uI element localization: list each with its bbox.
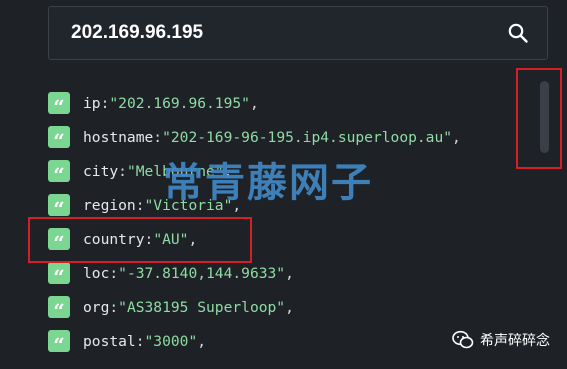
field-text: ip:"202.169.96.195", — [83, 95, 259, 112]
field-key: ip — [83, 94, 101, 112]
quote-icon: “ — [48, 330, 70, 355]
field-colon: : — [153, 128, 163, 146]
field-value: "202.169.96.195" — [109, 94, 250, 112]
field-value: "Melbourne" — [126, 162, 224, 180]
list-item: “ ip:"202.169.96.195", — [48, 86, 508, 120]
search-input[interactable] — [71, 7, 471, 59]
field-colon: : — [118, 162, 127, 180]
list-item: “ hostname:"202-169-96-195.ip4.superloop… — [48, 120, 508, 154]
wechat-icon — [452, 330, 474, 349]
field-comma: , — [452, 128, 461, 146]
field-text: region:"Victoria", — [83, 197, 241, 214]
scrollbar-highlight-box — [516, 68, 562, 169]
account-name: 希声碎碎念 — [480, 333, 550, 349]
field-colon: : — [109, 298, 119, 316]
quote-icon: “ — [48, 296, 70, 321]
field-comma: , — [285, 298, 294, 316]
field-comma: , — [197, 332, 207, 350]
field-comma: , — [249, 94, 259, 112]
quote-icon: “ — [48, 92, 70, 117]
quote-icon: “ — [48, 262, 70, 287]
field-text: loc:"-37.8140,144.9633", — [83, 265, 294, 282]
field-key: hostname — [83, 128, 154, 146]
field-comma: , — [232, 196, 242, 214]
field-colon: : — [135, 196, 145, 214]
field-value: "Victoria" — [144, 196, 233, 214]
search-bar — [48, 6, 548, 60]
list-item: “ city:"Melbourne", — [48, 154, 508, 188]
field-key: org — [83, 298, 110, 316]
field-value: "AS38195 Superloop" — [118, 298, 286, 316]
field-key: city — [83, 162, 119, 180]
field-comma: , — [223, 162, 233, 180]
field-value: "202-169-96-195.ip4.superloop.au" — [162, 128, 453, 146]
field-colon: : — [109, 264, 119, 282]
field-value: "-37.8140,144.9633" — [118, 264, 286, 282]
quote-icon: “ — [48, 160, 70, 185]
field-comma: , — [285, 264, 294, 282]
field-key: loc — [83, 264, 110, 282]
field-colon: : — [135, 332, 145, 350]
field-key: region — [83, 196, 136, 214]
field-value: "3000" — [144, 332, 198, 350]
search-icon[interactable] — [507, 22, 529, 44]
country-highlight-box — [28, 217, 252, 263]
field-text: city:"Melbourne", — [83, 163, 232, 180]
quote-icon: “ — [48, 194, 70, 219]
quote-icon: “ — [48, 126, 70, 151]
field-text: postal:"3000", — [83, 333, 206, 350]
list-item: “ org:"AS38195 Superloop", — [48, 290, 508, 324]
list-item: “ postal:"3000", — [48, 324, 508, 358]
field-key: postal — [83, 332, 136, 350]
account-watermark: 希声碎碎念 — [452, 330, 550, 350]
field-text: org:"AS38195 Superloop", — [83, 299, 294, 316]
field-text: hostname:"202-169-96-195.ip4.superloop.a… — [83, 129, 461, 146]
